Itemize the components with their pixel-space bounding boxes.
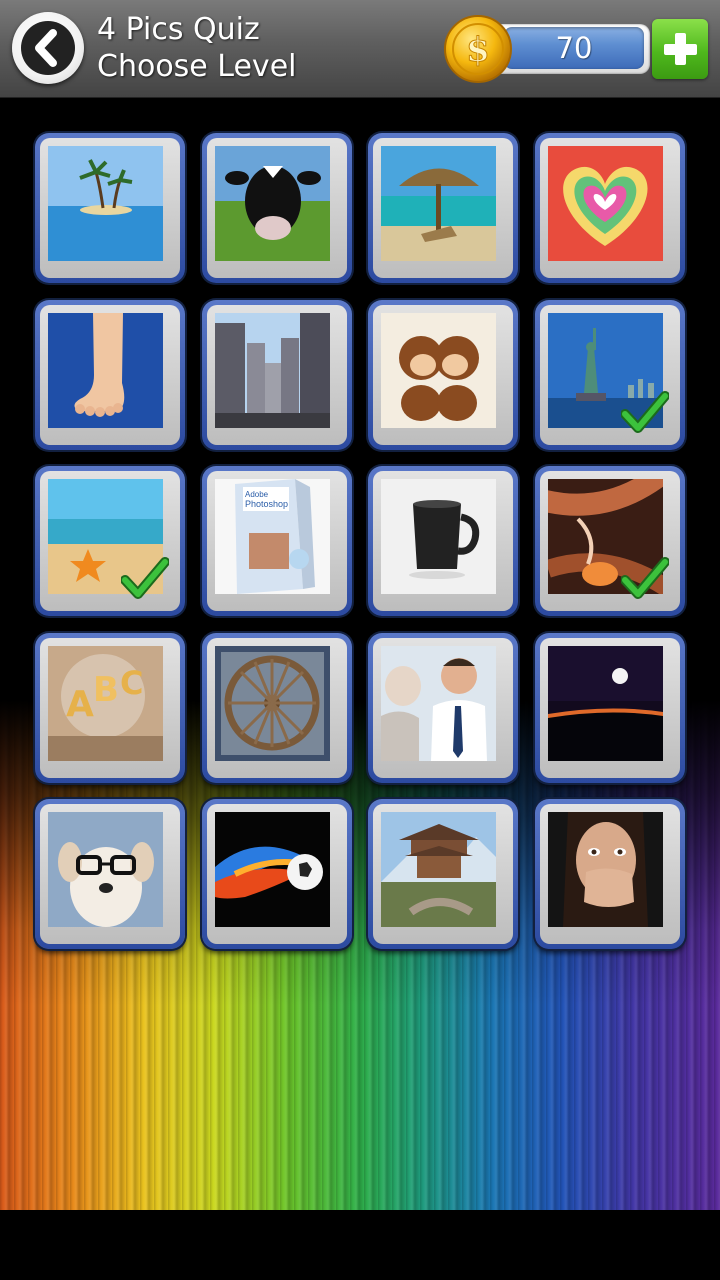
screen: 4 Pics Quiz Choose Level 70 $ Adobe Phot… <box>0 0 720 1280</box>
level-thumbnail <box>381 479 496 594</box>
chevron-left-icon <box>21 21 75 75</box>
back-button[interactable] <box>12 12 84 84</box>
level-tile-12[interactable] <box>535 466 685 616</box>
svg-text:$: $ <box>466 30 490 70</box>
level-tile-14[interactable] <box>202 633 352 783</box>
header: 4 Pics Quiz Choose Level 70 $ <box>0 0 720 98</box>
checkmark-icon <box>621 391 669 433</box>
svg-text:Photoshop: Photoshop <box>245 499 288 509</box>
level-tile-5[interactable] <box>35 300 185 450</box>
coin-count: 70 <box>555 31 593 65</box>
level-tile-16[interactable] <box>535 633 685 783</box>
level-tile-9[interactable] <box>35 466 185 616</box>
level-thumbnail <box>215 646 330 761</box>
svg-text:Adobe: Adobe <box>245 490 269 499</box>
svg-text:A: A <box>66 684 94 725</box>
level-thumbnail <box>548 146 663 261</box>
level-tile-2[interactable] <box>202 133 352 283</box>
level-tile-18[interactable] <box>202 799 352 949</box>
level-thumbnail <box>215 313 330 428</box>
level-thumbnail <box>381 646 496 761</box>
gold-coin-icon: $ <box>444 15 512 83</box>
svg-text:B: B <box>93 670 119 710</box>
level-thumbnail <box>215 812 330 927</box>
level-tile-6[interactable] <box>202 300 352 450</box>
add-coins-button[interactable] <box>652 19 708 79</box>
level-tile-7[interactable] <box>368 300 518 450</box>
bottom-bar <box>0 1210 720 1280</box>
level-thumbnail: Adobe Photoshop <box>215 479 330 594</box>
level-thumbnail <box>381 146 496 261</box>
level-tile-1[interactable] <box>35 133 185 283</box>
screen-title: Choose Level <box>97 49 297 84</box>
checkmark-icon <box>621 557 669 599</box>
level-tile-13[interactable]: ABC <box>35 633 185 783</box>
level-tile-3[interactable] <box>368 133 518 283</box>
app-title: 4 Pics Quiz <box>97 12 260 47</box>
level-thumbnail <box>381 313 496 428</box>
checkmark-icon <box>121 557 169 599</box>
level-thumbnail <box>48 313 163 428</box>
level-thumbnail <box>48 812 163 927</box>
level-tile-15[interactable] <box>368 633 518 783</box>
level-tile-10[interactable]: Adobe Photoshop <box>202 466 352 616</box>
level-tile-17[interactable] <box>35 799 185 949</box>
level-thumbnail <box>548 646 663 761</box>
level-tile-4[interactable] <box>535 133 685 283</box>
svg-text:C: C <box>120 664 143 702</box>
level-tile-19[interactable] <box>368 799 518 949</box>
level-thumbnail: ABC <box>48 646 163 761</box>
level-tile-11[interactable] <box>368 466 518 616</box>
level-tile-20[interactable] <box>535 799 685 949</box>
level-thumbnail <box>381 812 496 927</box>
plus-icon <box>664 33 697 65</box>
level-thumbnail <box>48 146 163 261</box>
level-tile-8[interactable] <box>535 300 685 450</box>
level-thumbnail <box>548 812 663 927</box>
level-thumbnail <box>215 146 330 261</box>
